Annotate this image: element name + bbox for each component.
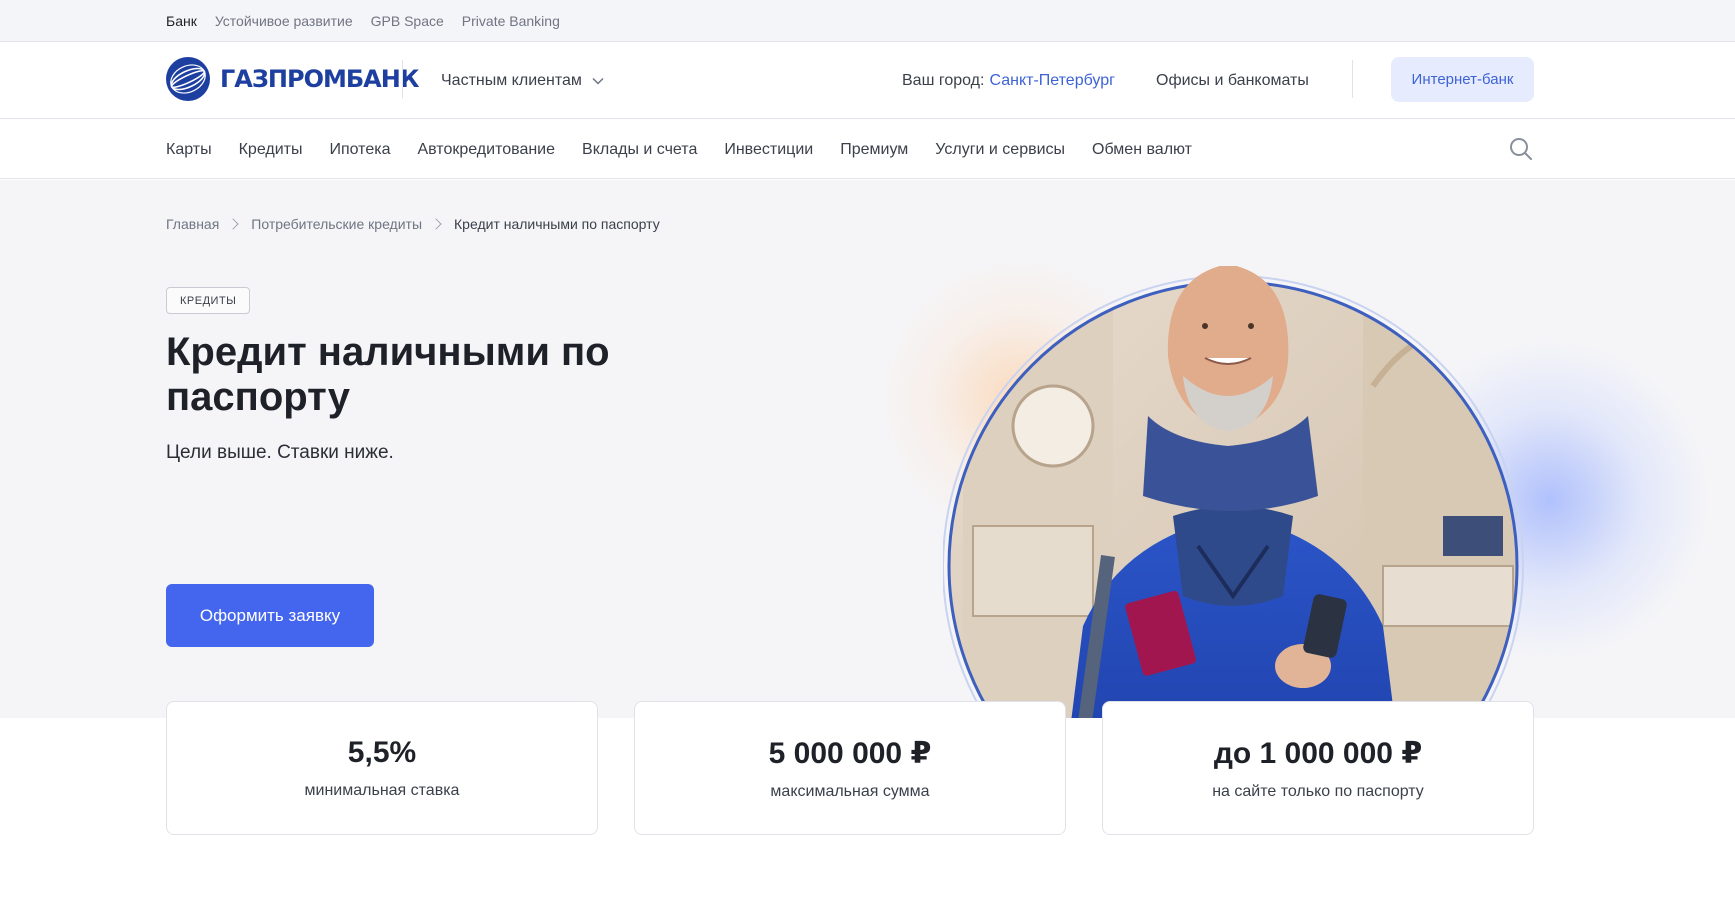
- breadcrumb: Главная Потребительские кредиты Кредит н…: [166, 216, 660, 232]
- nav-item-credits[interactable]: Кредиты: [239, 141, 303, 159]
- stat-card-min-rate: 5,5% минимальная ставка: [166, 701, 598, 835]
- stat-value: 5 000 000 ₽: [768, 736, 932, 770]
- internet-bank-button[interactable]: Интернет-банк: [1391, 57, 1534, 102]
- nav-item-auto-credit[interactable]: Автокредитование: [417, 141, 555, 159]
- chevron-down-icon: [592, 77, 604, 85]
- breadcrumb-current: Кредит наличными по паспорту: [454, 216, 660, 232]
- stat-label: максимальная сумма: [770, 782, 930, 800]
- city-link[interactable]: Санкт-Петербург: [989, 72, 1114, 90]
- main-nav-items: Карты Кредиты Ипотека Автокредитование В…: [166, 120, 1192, 179]
- hero-subtitle: Цели выше. Ставки ниже.: [166, 442, 394, 463]
- nav-item-services[interactable]: Услуги и сервисы: [935, 141, 1065, 159]
- logo[interactable]: ГАЗПРОМБАНК: [166, 57, 419, 101]
- stat-card-passport-only: до 1 000 000 ₽ на сайте только по паспор…: [1102, 701, 1534, 835]
- nav-item-investments[interactable]: Инвестиции: [724, 141, 813, 159]
- breadcrumb-consumer-credits[interactable]: Потребительские кредиты: [251, 216, 422, 232]
- apply-button[interactable]: Оформить заявку: [166, 584, 374, 647]
- search-icon[interactable]: [1508, 136, 1534, 162]
- header-divider: [1352, 60, 1353, 98]
- site-header: ГАЗПРОМБАНК Частным клиентам Ваш город: …: [0, 42, 1735, 119]
- chevron-right-icon: [227, 218, 239, 230]
- utility-link-sustainability[interactable]: Устойчивое развитие: [215, 13, 353, 29]
- utility-link-private-banking[interactable]: Private Banking: [462, 13, 560, 29]
- category-tag[interactable]: КРЕДИТЫ: [166, 287, 251, 314]
- hero-portrait-image: [943, 266, 1524, 718]
- utility-link-gpb-space[interactable]: GPB Space: [371, 13, 444, 29]
- top-utility-bar: Банк Устойчивое развитие GPB Space Priva…: [0, 0, 1735, 42]
- stat-value: до 1 000 000 ₽: [1213, 736, 1423, 770]
- page-title: Кредит наличными по паспорту: [166, 330, 610, 419]
- offices-link[interactable]: Офисы и банкоматы: [1156, 42, 1309, 119]
- stat-label: минимальная ставка: [304, 782, 460, 799]
- nav-item-premium[interactable]: Премиум: [840, 141, 908, 159]
- chevron-right-icon: [430, 218, 442, 230]
- logo-globe-icon: [166, 57, 210, 101]
- hero-section: Главная Потребительские кредиты Кредит н…: [0, 180, 1735, 718]
- utility-links: Банк Устойчивое развитие GPB Space Priva…: [166, 0, 560, 42]
- nav-item-currency-exchange[interactable]: Обмен валют: [1092, 141, 1192, 159]
- city-selector: Ваш город: Санкт-Петербург: [902, 42, 1115, 119]
- stat-label: на сайте только по паспорту: [1212, 782, 1424, 800]
- header-divider: [402, 60, 403, 98]
- nav-item-mortgage[interactable]: Ипотека: [329, 141, 390, 159]
- city-prefix: Ваш город:: [902, 71, 985, 89]
- clients-dropdown-label: Частным клиентам: [441, 71, 582, 89]
- clients-dropdown[interactable]: Частным клиентам: [441, 42, 604, 119]
- logo-text: ГАЗПРОМБАНК: [220, 65, 419, 93]
- nav-item-deposits[interactable]: Вклады и счета: [582, 141, 697, 159]
- stat-card-max-amount: 5 000 000 ₽ максимальная сумма: [634, 701, 1066, 835]
- nav-item-cards[interactable]: Карты: [166, 141, 212, 159]
- main-navigation: Карты Кредиты Ипотека Автокредитование В…: [0, 120, 1735, 179]
- utility-link-bank[interactable]: Банк: [166, 13, 197, 29]
- stat-value: 5,5%: [347, 736, 417, 769]
- breadcrumb-home[interactable]: Главная: [166, 216, 219, 232]
